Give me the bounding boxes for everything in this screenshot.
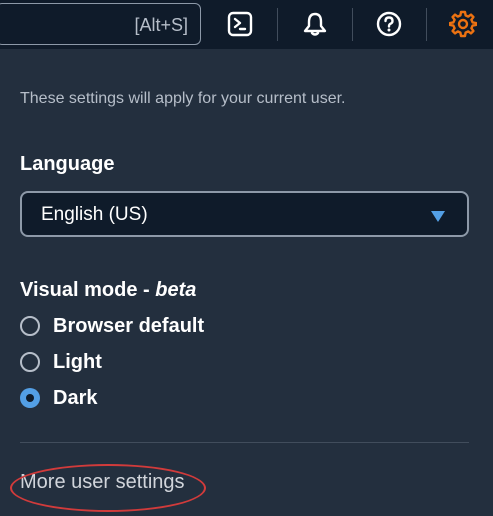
language-select[interactable]: English (US) (20, 191, 469, 237)
visual-mode-label-text: Visual mode - (20, 279, 156, 301)
highlight-annotation-ellipse (10, 464, 206, 512)
language-select-value: English (US) (41, 204, 148, 225)
language-label: Language (20, 153, 115, 175)
radio-option-dark[interactable]: Dark (20, 384, 97, 412)
radio-option-browser-default[interactable]: Browser default (20, 312, 204, 340)
search-shortcut-hint: [Alt+S] (134, 15, 188, 35)
bell-icon[interactable] (300, 9, 330, 39)
help-icon[interactable] (374, 9, 404, 39)
radio-option-label: Dark (53, 386, 98, 409)
visual-mode-beta-tag: beta (155, 279, 197, 301)
toolbar-separator (352, 8, 353, 41)
caret-down-icon (431, 209, 445, 227)
visual-mode-label: Visual mode - beta (20, 279, 196, 302)
search-input[interactable]: [Alt+S] (0, 3, 201, 45)
radio-option-label: Browser default (53, 314, 205, 337)
radio-option-label: Light (53, 350, 102, 373)
user-settings-panel: These settings will apply for your curre… (0, 49, 493, 516)
radio-button[interactable] (20, 352, 40, 372)
cloudshell-icon[interactable] (225, 9, 255, 39)
radio-button-selected[interactable] (20, 388, 40, 408)
gear-icon[interactable] (448, 9, 478, 39)
toolbar-separator (277, 8, 278, 41)
radio-button[interactable] (20, 316, 40, 336)
toolbar-separator (426, 8, 427, 41)
settings-description: These settings will apply for your curre… (20, 90, 346, 107)
top-navigation-bar: [Alt+S] (0, 0, 493, 49)
divider (20, 442, 469, 443)
radio-option-light[interactable]: Light (20, 348, 102, 376)
